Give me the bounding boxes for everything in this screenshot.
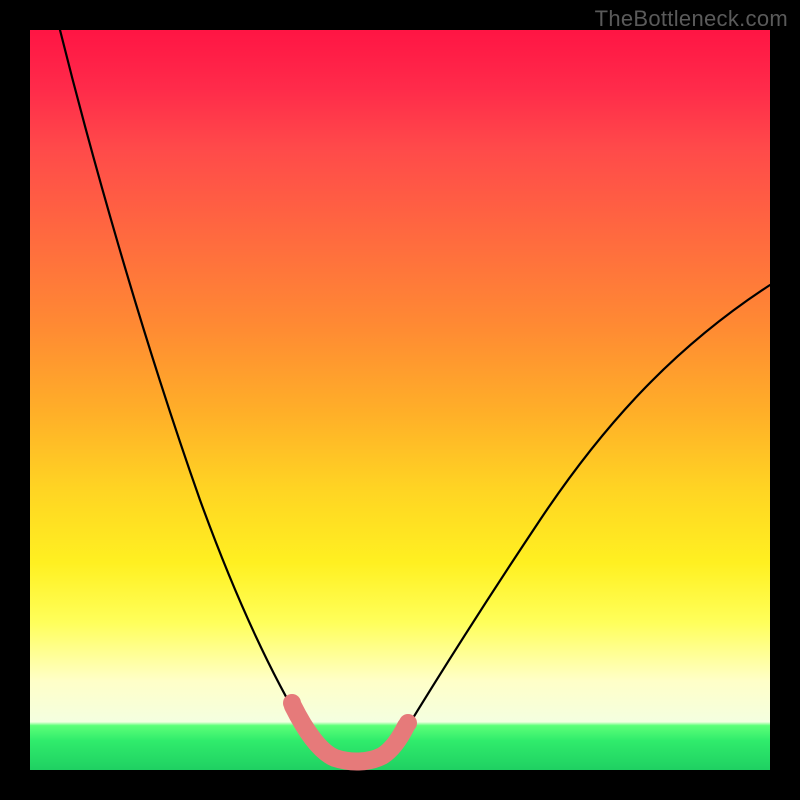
highlight-cap-right (399, 714, 417, 732)
chart-canvas: TheBottleneck.com (0, 0, 800, 800)
curve-right-branch (402, 285, 770, 736)
optimal-range-highlight (293, 706, 406, 762)
plot-area (30, 30, 770, 770)
curve-left-branch (60, 30, 338, 760)
highlight-cap-left (283, 694, 301, 712)
watermark-label: TheBottleneck.com (595, 6, 788, 32)
curve-svg (30, 30, 770, 770)
